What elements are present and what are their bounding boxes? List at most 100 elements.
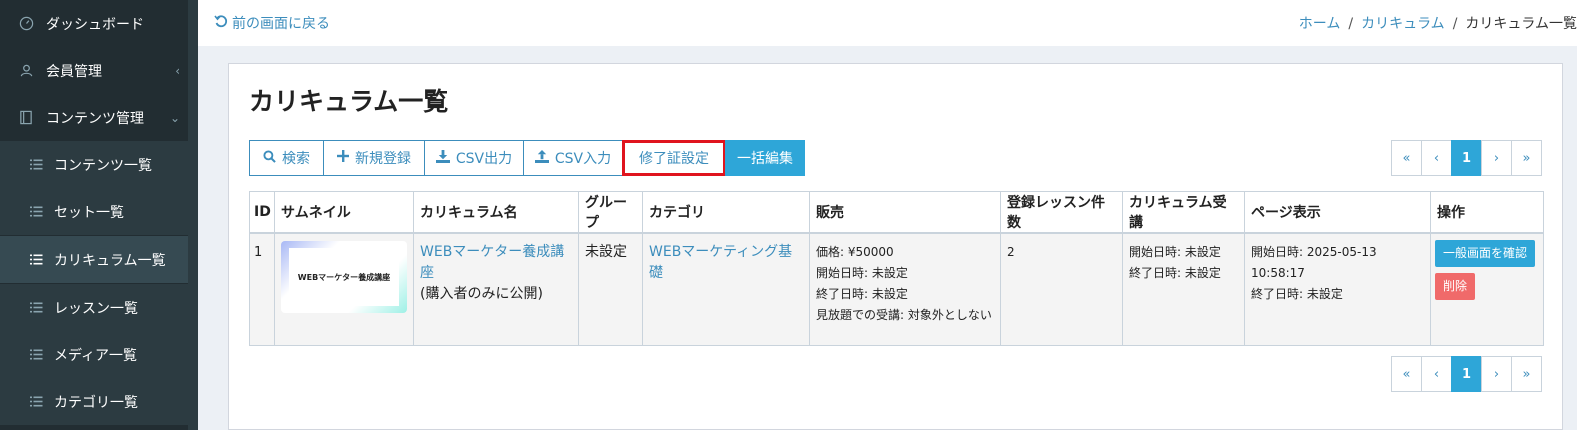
breadcrumb-separator: / [1348,16,1354,32]
search-button[interactable]: 検索 [249,140,324,176]
cell-lesson-count: 2 [1000,232,1123,346]
sidebar-item-category-list[interactable]: カテゴリ一覧 [0,378,188,425]
cell-category: WEBマーケティング基礎 [642,232,810,346]
cell-thumbnail: WEBマーケター養成講座 [274,232,414,346]
cell-id: 1 [249,232,275,346]
sidebar-item-label: メディア一覧 [54,347,138,364]
column-header-lesson-count: 登録レッスン件数 [1000,191,1123,234]
sidebar-item-label: セット一覧 [54,204,124,221]
sale-start: 開始日時: 未設定 [816,266,908,280]
sidebar-item-label: コンテンツ一覧 [54,157,152,174]
sidebar-item-set-list[interactable]: セット一覧 [0,188,188,235]
cell-curriculum-name: WEBマーケター養成講座 (購入者のみに公開) [413,232,579,346]
column-header-id: ID [249,191,275,234]
curriculum-name-link[interactable]: WEBマーケター養成講座 [420,242,572,284]
certificate-settings-button[interactable]: 修了証設定 [622,140,726,176]
sale-price: 価格: ¥50000 [816,245,894,259]
page-display-end: 終了日時: 未設定 [1251,287,1343,301]
back-link-label: 前の画面に戻る [232,16,330,32]
category-link[interactable]: WEBマーケティング基礎 [649,242,803,284]
sidebar-item-content-management[interactable]: コンテンツ管理 ⌄ [0,94,188,141]
csv-import-button[interactable]: CSV入力 [523,140,623,176]
column-header-sale: 販売 [809,191,1001,234]
last-page-button[interactable]: » [1511,356,1542,392]
new-register-button[interactable]: 新規登録 [323,140,425,176]
cell-attendance: 開始日時: 未設定 終了日時: 未設定 [1122,232,1245,346]
view-public-page-button[interactable]: 一般画面を確認 [1435,240,1536,267]
sale-end: 終了日時: 未設定 [816,287,908,301]
cell-group: 未設定 [578,232,643,346]
next-page-button[interactable]: › [1481,356,1512,392]
csv-export-label: CSV出力 [455,151,513,167]
list-icon [28,157,44,173]
list-icon [28,300,44,316]
breadcrumb-home[interactable]: ホーム [1299,16,1341,32]
page-title: カリキュラム一覧 [249,87,449,116]
sidebar-item-curriculum-list[interactable]: カリキュラム一覧 [0,236,188,283]
pagination-bottom: « ‹ 1 › » [1391,356,1542,392]
column-header-actions: 操作 [1430,191,1544,234]
sidebar-item-lesson-list[interactable]: レッスン一覧 [0,284,188,331]
upload-icon [534,149,549,167]
list-icon [28,347,44,363]
csv-export-button[interactable]: CSV出力 [424,140,524,176]
plus-icon [337,150,349,166]
breadcrumb-current: カリキュラム一覧 [1465,16,1577,32]
page-display-start: 開始日時: 2025-05-13 10:58:17 [1251,245,1377,280]
pagination-top: « ‹ 1 › » [1391,140,1542,176]
prev-page-button[interactable]: ‹ [1421,356,1452,392]
breadcrumb: ホーム / カリキュラム / カリキュラム一覧 [1299,13,1577,33]
sidebar-item-label: カテゴリ一覧 [54,394,138,411]
sale-unlimited: 見放題での受講: 対象外としない [816,308,992,322]
delete-button[interactable]: 削除 [1435,273,1476,300]
column-header-attendance: カリキュラム受講 [1122,191,1245,234]
search-button-label: 検索 [282,151,310,167]
dashboard-icon [18,16,34,32]
search-icon [263,149,276,167]
csv-import-label: CSV入力 [554,151,612,167]
column-header-group: グループ [578,191,643,234]
sidebar-item-label: カリキュラム一覧 [54,252,166,269]
sidebar-item-dashboard[interactable]: ダッシュボード [0,0,188,47]
cell-page-display: 開始日時: 2025-05-13 10:58:17 終了日時: 未設定 [1244,232,1431,346]
last-page-button[interactable]: » [1511,140,1542,176]
breadcrumb-separator: / [1452,16,1458,32]
sidebar-item-media-list[interactable]: メディア一覧 [0,331,188,378]
sidebar-item-members[interactable]: 会員管理 ‹ [0,47,188,94]
thumbnail-text: WEBマーケター養成講座 [289,248,399,306]
toolbar: 検索 新規登録 CSV出力 CSV入力 修了証設定 一括編集 [249,140,805,176]
attendance-end: 終了日時: 未設定 [1129,266,1221,280]
chevron-down-icon: ⌄ [169,110,180,125]
sidebar-item-label: ダッシュボード [46,16,144,33]
bulk-edit-button[interactable]: 一括編集 [725,140,805,176]
top-bar: 前の画面に戻る ホーム / カリキュラム / カリキュラム一覧 [198,0,1577,46]
book-icon [18,110,34,126]
visibility-note: (購入者のみに公開) [420,286,543,302]
page-1-button[interactable]: 1 [1451,140,1482,176]
lesson-count-value: 2 [1007,245,1015,259]
back-link[interactable]: 前の画面に戻る [214,13,330,33]
curriculum-table: ID サムネイル カリキュラム名 グループ カテゴリ 販売 登録レッスン件数 カ… [249,191,1544,346]
column-header-category: カテゴリ [642,191,810,234]
group-value: 未設定 [585,244,627,260]
page-1-button[interactable]: 1 [1451,356,1482,392]
sidebar-edge [188,0,198,430]
list-icon [28,204,44,220]
sidebar-item-label: 会員管理 [46,63,102,80]
undo-icon [214,14,228,32]
table-row: 1 WEBマーケター養成講座 WEBマーケター養成講座 (購入者のみに公開) 未… [249,232,1544,346]
prev-page-button[interactable]: ‹ [1421,140,1452,176]
cell-actions: 一般画面を確認 削除 [1430,232,1544,346]
first-page-button[interactable]: « [1391,356,1422,392]
breadcrumb-curriculum[interactable]: カリキュラム [1361,16,1445,32]
sidebar-item-label: レッスン一覧 [54,300,138,317]
first-page-button[interactable]: « [1391,140,1422,176]
sidebar-item-content-list[interactable]: コンテンツ一覧 [0,141,188,188]
curriculum-thumbnail: WEBマーケター養成講座 [281,241,407,313]
table-header-row: ID サムネイル カリキュラム名 グループ カテゴリ 販売 登録レッスン件数 カ… [249,191,1544,234]
next-page-button[interactable]: › [1481,140,1512,176]
column-header-curriculum-name: カリキュラム名 [413,191,579,234]
download-icon [435,149,450,167]
chevron-left-icon: ‹ [175,63,180,78]
sidebar: ダッシュボード 会員管理 ‹ コンテンツ管理 ⌄ コンテンツ一覧 セット一覧 カ… [0,0,188,430]
